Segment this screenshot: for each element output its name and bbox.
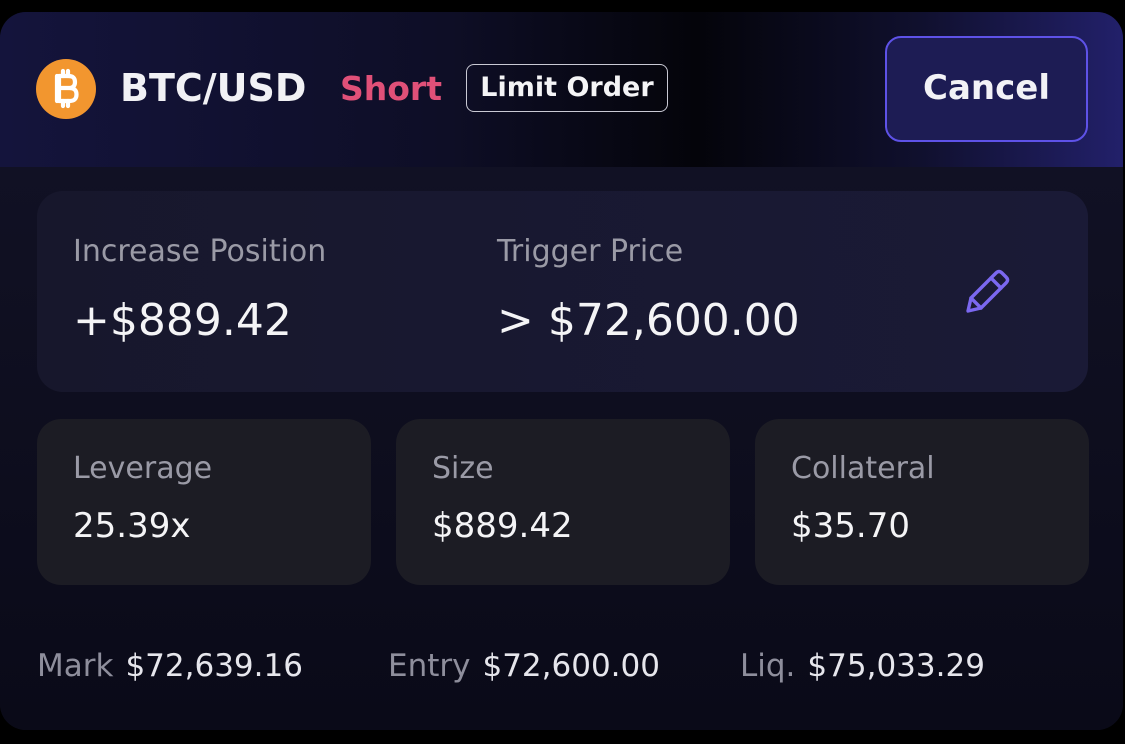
entry-price: Entry $72,600.00 (388, 647, 660, 685)
mark-price-label: Mark (37, 648, 114, 684)
increase-position-label: Increase Position (73, 234, 327, 269)
order-type-badge: Limit Order (466, 64, 668, 112)
entry-price-label: Entry (388, 648, 471, 684)
trigger-price-value: > $72,600.00 (497, 295, 800, 346)
liquidation-price-label: Liq. (740, 648, 796, 684)
increase-position-value: +$889.42 (73, 295, 292, 346)
collateral-card: Collateral $35.70 (755, 419, 1089, 585)
position-side-short: Short (340, 69, 442, 108)
leverage-value: 25.39x (73, 506, 191, 546)
collateral-label: Collateral (791, 451, 935, 486)
liquidation-price-value: $75,033.29 (807, 648, 985, 684)
size-value: $889.42 (432, 506, 573, 546)
size-label: Size (432, 451, 494, 486)
pencil-icon[interactable] (962, 265, 1014, 317)
mark-price-value: $72,639.16 (125, 648, 303, 684)
cancel-button[interactable]: Cancel (885, 36, 1088, 142)
bitcoin-icon (36, 59, 96, 119)
order-header: BTC/USD Short Limit Order Cancel (0, 12, 1123, 167)
order-summary-panel: Increase Position +$889.42 Trigger Price… (37, 191, 1088, 392)
size-card: Size $889.42 (396, 419, 730, 585)
trading-pair: BTC/USD (120, 66, 307, 110)
collateral-value: $35.70 (791, 506, 910, 546)
leverage-label: Leverage (73, 451, 213, 486)
mark-price: Mark $72,639.16 (37, 647, 303, 685)
order-body: Increase Position +$889.42 Trigger Price… (0, 167, 1123, 730)
entry-price-value: $72,600.00 (482, 648, 660, 684)
trigger-price-label: Trigger Price (497, 234, 684, 269)
limit-order-card: BTC/USD Short Limit Order Cancel Increas… (0, 12, 1123, 730)
leverage-card: Leverage 25.39x (37, 419, 371, 585)
liquidation-price: Liq. $75,033.29 (740, 647, 985, 685)
